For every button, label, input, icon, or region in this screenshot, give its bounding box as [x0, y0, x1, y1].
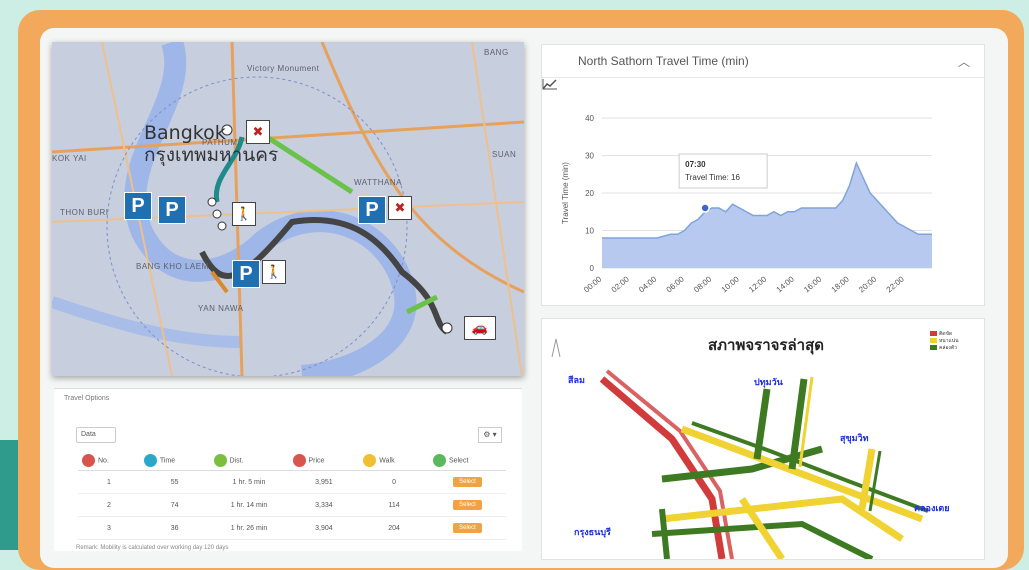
y-tick-label: 20 [585, 189, 594, 198]
chart-header: North Sathorn Travel Time (min) ︿ [542, 45, 984, 90]
train-icon[interactable]: ✖ [246, 120, 270, 144]
parking-icon[interactable]: P [158, 196, 186, 224]
col-time[interactable]: Time [139, 451, 210, 471]
travel-time-chart[interactable]: 01020304000:00 02:00 04:00 06:00 08:00 10:00 1… [542, 78, 982, 304]
car-icon[interactable]: 🚗 [464, 316, 496, 340]
x-tick-label: 04:00 [637, 274, 659, 294]
x-tick-label: 20:00 [857, 274, 879, 294]
settings-dropdown[interactable]: ⚙ ▾ [478, 427, 502, 443]
travel-time-chart-card: North Sathorn Travel Time (min) ︿ 0 10 20 3… [541, 44, 985, 306]
legend-item: ติดขัด [930, 331, 959, 338]
chart-title: North Sathorn Travel Time (min) [578, 54, 749, 68]
map-label: WATTHANA [354, 178, 402, 187]
legend-item: คล่องตัว [930, 345, 959, 352]
place-label: ปทุมวัน [754, 378, 783, 388]
map-canvas [52, 42, 524, 376]
x-tick-label: 08:00 [692, 274, 714, 294]
traffic-roads [599, 369, 929, 559]
walk-icon[interactable]: 🚶 [262, 260, 286, 284]
y-tick-label: 30 [585, 152, 594, 161]
map-label: KOK YAI [52, 154, 87, 163]
map-label: Victory Monument [247, 64, 320, 73]
table-row: 1 55 1 hr. 5 min 3,951 0 Select [78, 470, 506, 494]
col-walk[interactable]: Walk [359, 451, 429, 471]
tooltip-point [700, 203, 710, 213]
map-label: YAN NAWA [198, 304, 244, 313]
map-label: BANG KHO LAEM [136, 262, 209, 271]
x-tick-label: 18:00 [830, 274, 852, 294]
travel-options-panel: Travel Options Data ⚙ ▾ No. Time Dist. P… [54, 388, 522, 551]
y-axis-title: Travel Time (min) [561, 162, 570, 224]
city-name-th: กรุงเทพมหานคร [144, 144, 279, 166]
x-tick-label: 02:00 [610, 274, 632, 294]
select-button[interactable]: Select [453, 477, 482, 487]
table-row: 2 74 1 hr. 14 min 3,334 114 Select [78, 493, 506, 517]
collapse-chevron-icon[interactable]: ︿ [958, 53, 970, 70]
line-chart-icon [542, 55, 572, 90]
remark-note: Remark: Mobility is calculated over work… [76, 545, 229, 551]
x-tick-label: 00:00 [582, 274, 604, 294]
table-header-row: No. Time Dist. Price Walk Select [78, 451, 506, 471]
x-tick-label: 10:00 [720, 274, 742, 294]
travel-options-title: Travel Options [64, 395, 110, 402]
parking-icon[interactable]: P [232, 260, 260, 288]
col-dist[interactable]: Dist. [209, 451, 289, 471]
x-tick-label: 22:00 [885, 274, 907, 294]
col-price[interactable]: Price [288, 451, 360, 471]
parking-icon[interactable]: P [358, 196, 386, 224]
place-label: สีลม [568, 376, 585, 386]
route-green [265, 134, 354, 195]
x-tick-label: 16:00 [802, 274, 824, 294]
traffic-legend: ติดขัด หนาแน่น คล่องตัว [930, 331, 959, 352]
map-label: BANG [484, 48, 509, 57]
traffic-title: สภาพจราจรล่าสุด [708, 336, 824, 354]
select-button[interactable]: Select [453, 500, 482, 510]
select-button[interactable]: Select [453, 523, 482, 533]
col-no[interactable]: No. [78, 451, 140, 471]
x-tick-label: 06:00 [665, 274, 687, 294]
north-arrow-icon [551, 338, 561, 358]
table-row: 3 36 1 hr. 26 min 3,904 204 Select [78, 516, 506, 540]
walk-icon[interactable]: 🚶 [232, 202, 256, 226]
x-tick-label: 12:00 [747, 274, 769, 294]
map-label: THON BURI [60, 208, 109, 217]
y-tick-label: 10 [585, 227, 594, 236]
x-tick-label: 14:00 [775, 274, 797, 294]
traffic-map-card[interactable]: สภาพจราจรล่าสุด ปทุมวัน สุขุมวิท คลองเตย… [541, 318, 985, 560]
tooltip-time: 07:30 [685, 160, 706, 169]
legend-item: หนาแน่น [930, 338, 959, 345]
route-map[interactable]: Bangkok กรุงเทพมหานคร Victory Monument P… [52, 42, 524, 376]
train-icon[interactable]: ✖ [388, 196, 412, 220]
map-label: SUAN [492, 150, 517, 159]
map-label: PATHUM [202, 138, 238, 147]
parking-icon[interactable]: P [124, 192, 152, 220]
place-label: คลองเตย [914, 504, 950, 514]
col-select[interactable]: Select [428, 451, 506, 471]
data-select[interactable]: Data [76, 427, 116, 443]
travel-options-table: No. Time Dist. Price Walk Select 1 55 1 … [78, 451, 506, 540]
tooltip-value: Travel Time: 16 [685, 173, 740, 182]
y-tick-label: 0 [590, 264, 595, 273]
place-label: กรุงธนบุรี [574, 528, 611, 538]
y-tick-label: 40 [585, 114, 594, 123]
place-label: สุขุมวิท [840, 434, 869, 444]
